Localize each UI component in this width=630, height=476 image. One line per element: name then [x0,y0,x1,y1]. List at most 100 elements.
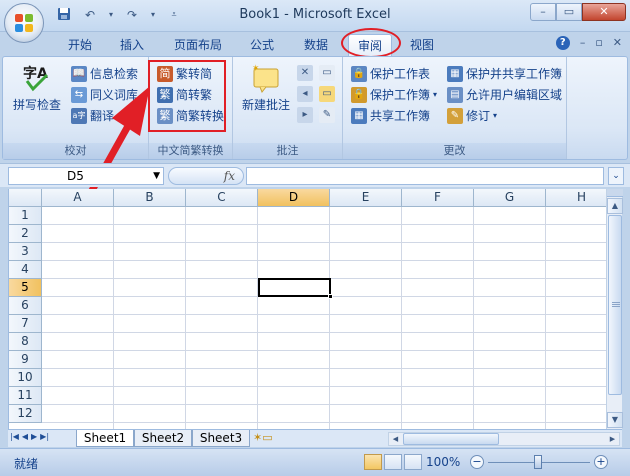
row-header[interactable]: 11 [9,387,42,405]
horizontal-scroll-thumb[interactable] [403,433,499,445]
column-header-a[interactable]: A [42,189,114,207]
tab-home[interactable]: 开始 [62,34,98,56]
column-header-b[interactable]: B [114,189,186,207]
tab-formulas[interactable]: 公式 [244,34,280,56]
row-header[interactable]: 3 [9,243,42,261]
track-changes-button[interactable]: ✎ 修订 ▾ [447,107,497,124]
allow-edit-icon: ▤ [447,86,463,103]
ribbon-tabs: 开始 插入 页面布局 公式 数据 审阅 视图 [0,32,630,56]
group-label-chinese: 中文简繁转换 [149,143,232,159]
delete-comment-button[interactable]: ✕ [297,65,313,81]
prev-sheet-icon[interactable]: ◀ [22,432,28,441]
page-layout-view-icon[interactable] [384,454,402,470]
row-header[interactable]: 12 [9,405,42,423]
sheet-tab-sheet1[interactable]: Sheet1 [76,430,134,447]
sheet-tab-sheet2[interactable]: Sheet2 [134,430,192,447]
insert-function-icon[interactable]: fx [224,169,235,183]
research-button[interactable]: 📖 信息检索 [71,65,138,82]
translate-button[interactable]: a字 翻译 [71,107,114,124]
track-changes-dropdown-icon: ▾ [493,111,498,120]
row-header[interactable]: 1 [9,207,42,225]
close-button[interactable]: ✕ [582,3,626,21]
group-changes: 🔒 保护工作表 🔒 保护工作簿 ▾ ▦ 共享工作簿 ▦ 保护并共享工作簿 ▤ 允… [343,57,567,159]
protect-sheet-icon: 🔒 [351,65,367,82]
sheet-navigation: |◀ ◀ ▶ ▶| [10,432,49,441]
group-proofing: 字A 拼写检查 📖 信息检索 ⇆ 同义词库 a字 翻译 校对 [3,57,149,159]
thesaurus-button[interactable]: ⇆ 同义词库 [71,86,138,103]
tab-data[interactable]: 数据 [298,34,334,56]
show-comment-button[interactable]: ▭ [319,65,335,81]
zoom-slider-thumb[interactable] [534,455,542,469]
protect-sheet-button[interactable]: 🔒 保护工作表 [351,65,430,82]
scroll-down-icon[interactable]: ▼ [607,412,623,428]
ribbon-minimize-icon[interactable]: – [580,36,586,50]
row-header[interactable]: 2 [9,225,42,243]
minimize-button[interactable]: – [530,3,556,21]
protect-workbook-button[interactable]: 🔒 保护工作簿 ▾ [351,86,437,103]
column-header-e[interactable]: E [330,189,402,207]
next-comment-button[interactable]: ▸ [297,107,313,123]
cell-area[interactable] [42,207,606,429]
previous-comment-button[interactable]: ◂ [297,86,313,102]
maximize-button[interactable]: ▭ [556,3,582,21]
scroll-left-icon[interactable]: ◀ [389,433,402,445]
show-ink-button[interactable]: ✎ [319,107,335,123]
name-box-dropdown-icon[interactable]: ▼ [153,168,160,184]
fill-handle[interactable] [328,294,333,299]
allow-edit-ranges-button[interactable]: ▤ 允许用户编辑区域 [447,86,562,103]
row-header[interactable]: 9 [9,351,42,369]
office-button[interactable] [4,3,44,43]
page-break-view-icon[interactable] [404,454,422,470]
last-sheet-icon[interactable]: ▶| [40,432,49,441]
track-changes-icon: ✎ [447,107,463,124]
column-header-c[interactable]: C [186,189,258,207]
show-all-comments-button[interactable]: ▭ [319,86,335,102]
research-icon: 📖 [71,65,87,82]
row-header[interactable]: 6 [9,297,42,315]
scroll-up-icon[interactable]: ▲ [607,198,623,214]
sheet-tab-bar: |◀ ◀ ▶ ▶| Sheet1 Sheet2 Sheet3 ✶▭ ◀ ▶ [8,429,622,447]
protect-share-icon: ▦ [447,65,463,82]
tab-view[interactable]: 视图 [404,34,440,56]
scroll-grip-icon [612,302,620,303]
first-sheet-icon[interactable]: |◀ [10,432,19,441]
name-box[interactable]: D5 ▼ [8,167,164,185]
share-workbook-button[interactable]: ▦ 共享工作簿 [351,107,430,124]
zoom-in-icon[interactable]: + [594,455,608,469]
column-header-g[interactable]: G [474,189,546,207]
formula-input[interactable] [246,167,604,185]
help-icon[interactable]: ? [555,36,570,50]
share-workbook-icon: ▦ [351,107,367,124]
sheet-tab-sheet3[interactable]: Sheet3 [192,430,250,447]
scroll-right-icon[interactable]: ▶ [606,433,619,445]
column-header-h[interactable]: H [546,189,606,207]
next-sheet-icon[interactable]: ▶ [31,432,37,441]
horizontal-scrollbar[interactable]: ◀ ▶ [388,432,620,446]
column-header-d[interactable]: D [258,189,330,207]
zoom-out-icon[interactable]: − [470,455,484,469]
row-header[interactable]: 10 [9,369,42,387]
protect-share-workbook-button[interactable]: ▦ 保护并共享工作簿 [447,65,562,82]
row-header[interactable]: 8 [9,333,42,351]
split-box[interactable] [607,189,623,197]
row-header[interactable]: 5 [9,279,42,297]
show-comment-icon: ▭ [319,65,335,81]
row-header[interactable]: 7 [9,315,42,333]
spell-check-button[interactable]: 字A 拼写检查 [11,63,63,113]
insert-sheet-icon[interactable]: ✶▭ [253,431,273,445]
vertical-scrollbar[interactable]: ▲ ▼ [606,189,623,429]
zoom-level[interactable]: 100% [426,455,460,469]
ribbon-close-icon[interactable]: ✕ [613,36,622,50]
expand-formula-icon[interactable]: ⌄ [608,167,624,185]
tab-insert[interactable]: 插入 [114,34,150,56]
row-header[interactable]: 4 [9,261,42,279]
normal-view-icon[interactable] [364,454,382,470]
column-header-f[interactable]: F [402,189,474,207]
chinese-conversion-highlight-box [148,60,226,132]
active-cell-d5[interactable] [258,278,331,297]
ribbon-restore-icon[interactable]: ▫ [595,36,602,50]
tab-page-layout[interactable]: 页面布局 [168,34,228,56]
select-all-corner[interactable] [9,189,42,207]
vertical-scroll-thumb[interactable] [608,215,622,395]
new-comment-button[interactable]: ✶ 新建批注 [237,63,295,113]
